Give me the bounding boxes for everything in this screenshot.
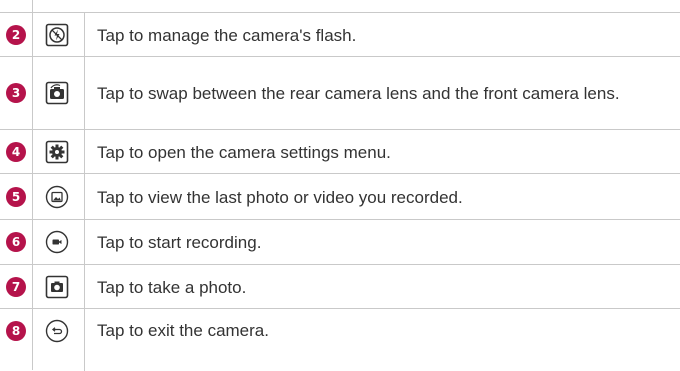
row-description: Tap to manage the camera's flash. — [97, 25, 357, 45]
item-number-badge: 6 — [6, 232, 26, 252]
record-video-icon — [45, 230, 69, 254]
table-row: 4 Tap to open the camera settings menu. — [0, 129, 680, 174]
item-number-badge: 4 — [6, 142, 26, 162]
table-row: 7 Tap to take a photo. — [0, 264, 680, 309]
table-row: 8 Tap to exit the camera. — [0, 308, 680, 371]
back-exit-icon — [45, 319, 69, 343]
table-row: 6 Tap to start recording. — [0, 219, 680, 265]
row-description: Tap to view the last photo or video you … — [97, 187, 463, 207]
table-row: 5 Tap to view the last photo or video yo… — [0, 173, 680, 220]
item-number-badge: 2 — [6, 25, 26, 45]
table-row: 3 Tap to swap between the rear camera le… — [0, 56, 680, 130]
flash-off-icon — [45, 23, 69, 47]
item-number-badge: 3 — [6, 83, 26, 103]
item-number-badge: 5 — [6, 187, 26, 207]
camera-shutter-icon — [45, 275, 69, 299]
row-description: Tap to exit the camera. — [97, 321, 269, 340]
table-row: 2 Tap to manage the camera's flash. — [0, 12, 680, 57]
row-description: Tap to start recording. — [97, 233, 262, 252]
row-description: Tap to swap between the rear camera lens… — [97, 84, 620, 103]
gear-icon — [45, 140, 69, 164]
gallery-icon — [45, 185, 69, 209]
swap-camera-icon — [45, 81, 69, 105]
item-number-badge: 8 — [6, 321, 26, 341]
item-number-badge: 7 — [6, 277, 26, 297]
row-description: Tap to take a photo. — [97, 277, 247, 297]
row-description: Tap to open the camera settings menu. — [97, 142, 391, 162]
